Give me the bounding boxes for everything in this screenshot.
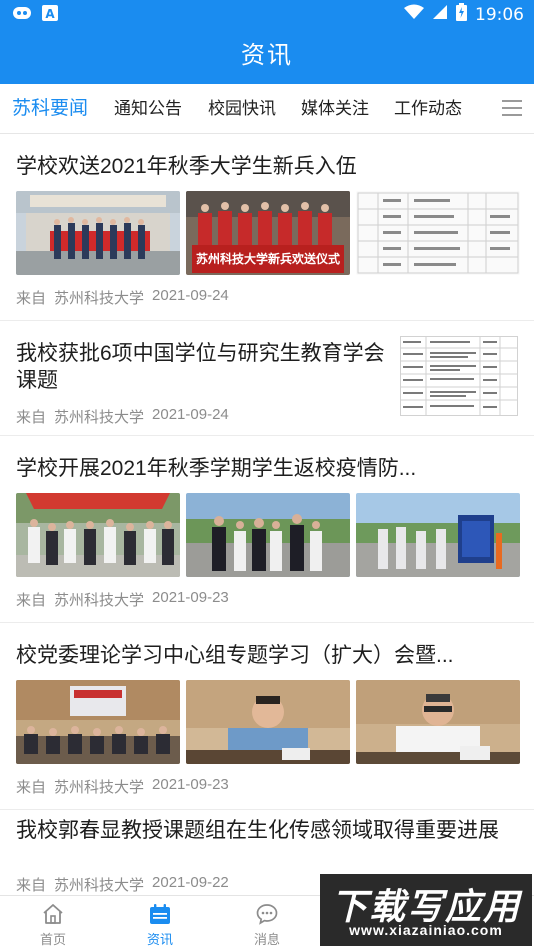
image-caption: 苏州科技大学新兵欢送仪式 <box>195 252 340 266</box>
article-date: 2021-09-24 <box>152 406 229 423</box>
nav-home[interactable]: 首页 <box>13 896 93 950</box>
article-image[interactable] <box>186 493 350 577</box>
home-icon <box>41 902 65 926</box>
signal-icon <box>432 4 448 25</box>
article-meta: 来自 苏州科技大学 2021-09-22 <box>16 874 229 895</box>
article-image[interactable]: 苏州科技大学新兵欢送仪式 <box>186 191 350 275</box>
source-prefix: 来自 <box>16 290 47 307</box>
article-image[interactable] <box>186 680 350 764</box>
article-title[interactable]: 我校郭春显教授课题组在生化传感领域取得重要进展 <box>16 817 516 844</box>
article-source: 苏州科技大学 <box>54 290 145 307</box>
tab-notices[interactable]: 通知公告 <box>114 84 182 134</box>
article-images[interactable] <box>16 680 520 764</box>
article-date: 2021-09-23 <box>152 776 229 793</box>
nav-messages[interactable]: 消息 <box>227 896 307 950</box>
nav-label: 资讯 <box>146 932 173 947</box>
wifi-icon <box>404 4 424 25</box>
watermark-overlay: 下载写应用 www.xiazainiao.com <box>320 874 532 946</box>
article-source: 苏州科技大学 <box>54 409 145 426</box>
category-tabs: 苏科要闻 通知公告 校园快讯 媒体关注 工作动态 <box>0 84 534 134</box>
article-image[interactable] <box>356 191 520 275</box>
source-prefix: 来自 <box>16 779 47 796</box>
article-images[interactable] <box>16 493 520 577</box>
article-image[interactable] <box>16 680 180 764</box>
article-source: 苏州科技大学 <box>54 779 145 796</box>
article-image[interactable] <box>356 680 520 764</box>
news-calendar-icon <box>148 902 172 926</box>
status-bar: A 19:06 <box>0 0 534 28</box>
nav-label: 消息 <box>253 932 280 947</box>
article-title[interactable]: 我校获批6项中国学位与研究生教育学会课题 <box>16 340 386 394</box>
article-meta: 来自 苏州科技大学 2021-09-23 <box>16 589 229 610</box>
menu-lines-icon[interactable] <box>502 100 522 116</box>
article-title[interactable]: 学校欢送2021年秋季大学生新兵入伍 <box>16 153 357 180</box>
article-meta: 来自 苏州科技大学 2021-09-24 <box>16 406 229 427</box>
article-item[interactable]: 校党委理论学习中心组专题学习（扩大）会暨... 来自 苏州科技大学 2021-0… <box>0 624 534 810</box>
game-controller-icon <box>12 5 32 26</box>
article-images[interactable]: 苏州科技大学新兵欢送仪式 <box>16 191 520 275</box>
article-date: 2021-09-23 <box>152 589 229 606</box>
nav-news[interactable]: 资讯 <box>120 896 200 950</box>
article-image[interactable] <box>16 493 180 577</box>
source-prefix: 来自 <box>16 877 47 894</box>
article-item[interactable]: 学校欢送2021年秋季大学生新兵入伍 苏州科技大学新兵欢送仪式 来自 苏州科技大… <box>0 135 534 321</box>
svg-text:A: A <box>45 7 55 21</box>
article-date: 2021-09-22 <box>152 874 229 891</box>
a-letter-icon: A <box>42 5 58 26</box>
source-prefix: 来自 <box>16 409 47 426</box>
article-date: 2021-09-24 <box>152 287 229 304</box>
tab-media-attention[interactable]: 媒体关注 <box>301 84 369 134</box>
status-time: 19:06 <box>475 4 524 25</box>
article-title[interactable]: 学校开展2021年秋季学期学生返校疫情防... <box>16 455 416 482</box>
article-image[interactable] <box>16 191 180 275</box>
article-image[interactable] <box>400 336 518 416</box>
article-title[interactable]: 校党委理论学习中心组专题学习（扩大）会暨... <box>16 642 454 669</box>
article-source: 苏州科技大学 <box>54 592 145 609</box>
article-source: 苏州科技大学 <box>54 877 145 894</box>
article-item[interactable]: 我校获批6项中国学位与研究生教育学会课题 来自 苏州科技大学 2021-09-2… <box>0 322 534 436</box>
source-prefix: 来自 <box>16 592 47 609</box>
tab-suke-news[interactable]: 苏科要闻 <box>12 84 88 134</box>
news-feed[interactable]: 学校欢送2021年秋季大学生新兵入伍 苏州科技大学新兵欢送仪式 来自 苏州科技大… <box>0 135 534 895</box>
article-image[interactable] <box>356 493 520 577</box>
tab-work-updates[interactable]: 工作动态 <box>394 84 462 134</box>
page-title: 资讯 <box>0 28 534 84</box>
nav-label: 首页 <box>39 932 66 947</box>
article-meta: 来自 苏州科技大学 2021-09-23 <box>16 776 229 797</box>
article-item[interactable]: 学校开展2021年秋季学期学生返校疫情防... 来自 苏州科技大学 2021-0… <box>0 437 534 623</box>
tab-campus-news[interactable]: 校园快讯 <box>208 84 276 134</box>
article-meta: 来自 苏州科技大学 2021-09-24 <box>16 287 229 308</box>
chat-bubble-icon <box>255 902 279 926</box>
battery-charging-icon <box>456 3 467 26</box>
watermark-url: www.xiazainiao.com <box>349 922 503 938</box>
